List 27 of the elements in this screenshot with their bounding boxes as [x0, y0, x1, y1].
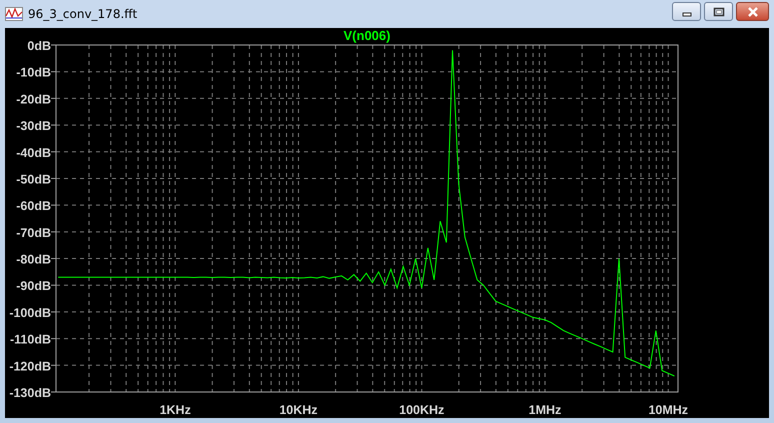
x-axis-label: 10MHz: [648, 403, 688, 417]
y-axis-label: -100dB: [9, 306, 51, 320]
x-axis-label: 1KHz: [160, 403, 191, 417]
x-axis-label: 10KHz: [279, 403, 318, 417]
y-axis-label: -80dB: [16, 252, 51, 267]
maximize-icon: [712, 6, 724, 16]
close-button[interactable]: [736, 2, 769, 21]
y-axis-label: -60dB: [16, 199, 51, 214]
y-axis-label: 0dB: [27, 39, 51, 53]
y-axis-label: -10dB: [16, 66, 51, 80]
x-axis-label: 100KHz: [399, 403, 444, 417]
waveform-icon: [5, 7, 23, 21]
y-axis-label: -130dB: [9, 386, 51, 400]
maximize-button[interactable]: [704, 2, 733, 21]
y-axis-label: -110dB: [10, 332, 51, 347]
y-axis-label: -30dB: [16, 119, 51, 134]
y-axis-label: -40dB: [16, 146, 51, 160]
y-axis-label: -70dB: [16, 226, 51, 240]
y-axis-label: -90dB: [16, 279, 51, 294]
minimize-button[interactable]: [672, 2, 701, 21]
y-axis-label: -120dB: [9, 359, 51, 374]
close-icon: [746, 6, 758, 16]
trace-title[interactable]: V(n006): [344, 28, 390, 43]
x-axis-label: 1MHz: [528, 403, 562, 417]
y-axis-label: -20dB: [16, 92, 51, 106]
window-title: 96_3_conv_178.fft: [28, 7, 138, 21]
y-axis-label: -50dB: [16, 172, 51, 186]
